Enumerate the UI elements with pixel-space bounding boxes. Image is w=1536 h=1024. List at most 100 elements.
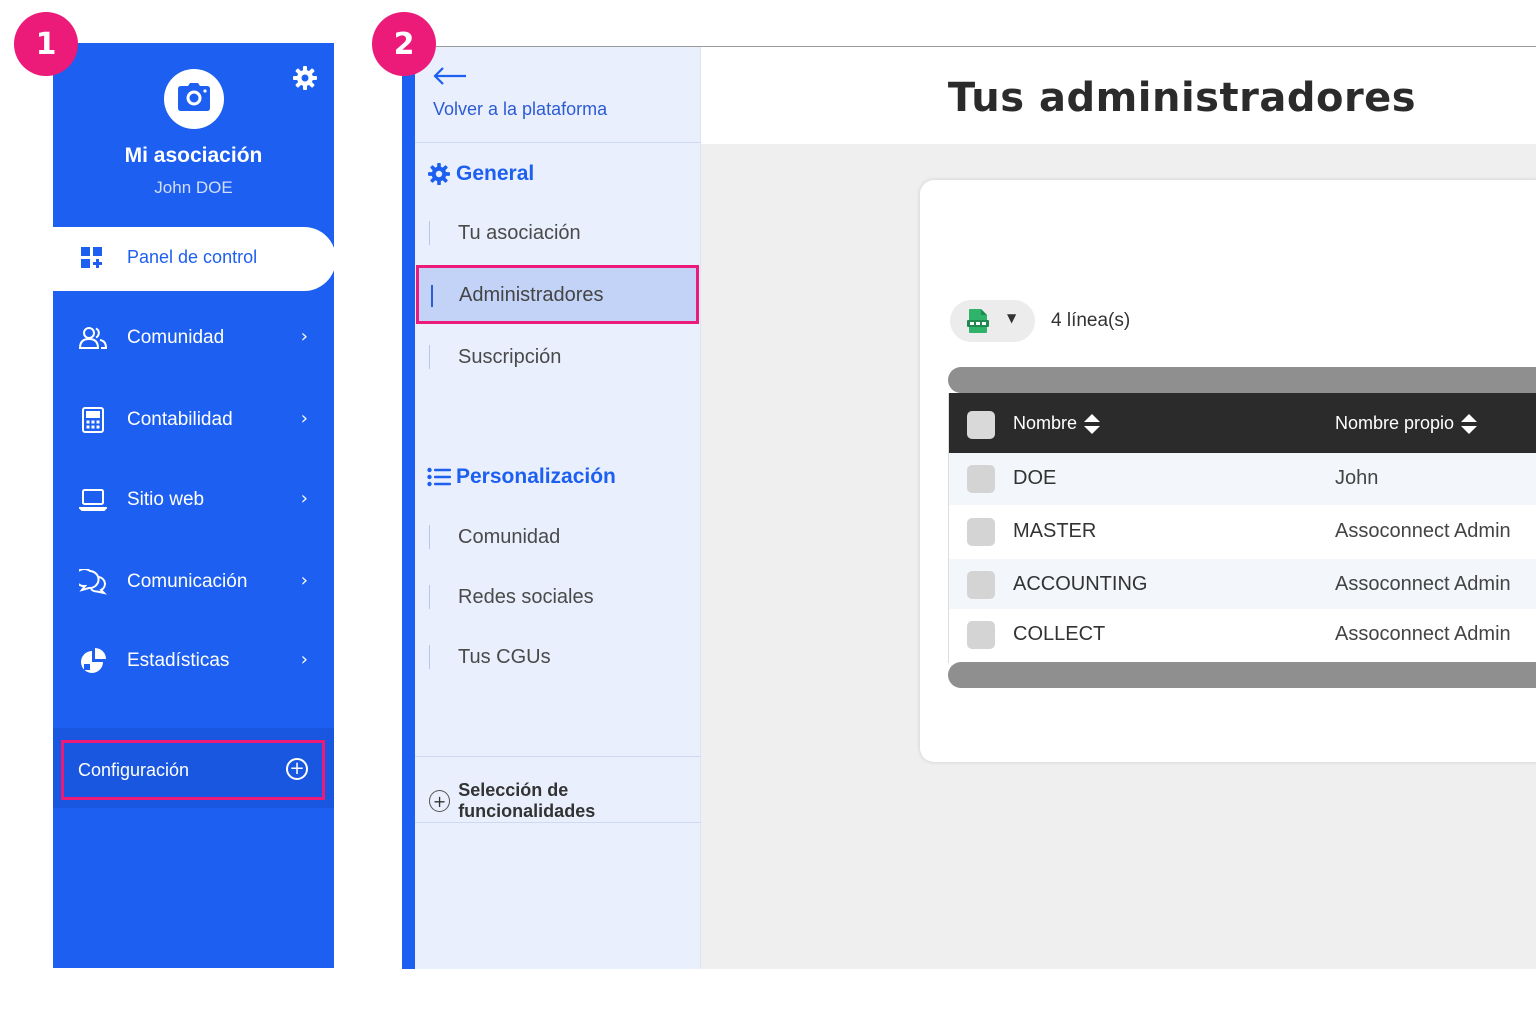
arrow-left-icon [433, 65, 467, 91]
association-name: Mi asociación [124, 144, 263, 167]
page-title: Tus administradores [947, 75, 1417, 121]
subnav-item-label: Tus CGUs [458, 646, 551, 668]
subnav-item-label: Suscripción [458, 346, 562, 368]
cell-name: ACCOUNTING [1013, 573, 1148, 595]
column-header-label: Nombre [1013, 413, 1078, 433]
subnav-item-label: Administradores [459, 284, 604, 306]
sidebar-item-website[interactable]: Sitio web › [53, 474, 334, 526]
table-row[interactable]: MASTER Assoconnect Admin [949, 506, 1536, 558]
horizontal-scrollbar-top[interactable] [948, 367, 1536, 393]
row-checkbox[interactable] [967, 621, 995, 649]
gear-icon [427, 162, 451, 186]
sidebar-item-statistics[interactable]: Estadísticas › [53, 635, 334, 687]
laptop-icon [79, 487, 107, 513]
section-personalization-title: Personalización [427, 465, 616, 489]
features-selection-button[interactable]: + Selección de funcionalidades [429, 780, 700, 822]
cell-name: DOE [1013, 467, 1057, 489]
list-icon [427, 465, 451, 489]
nav-indicator [429, 345, 430, 369]
divider [415, 822, 701, 823]
export-dropdown[interactable]: ▼ [950, 300, 1035, 342]
section-title-label: General [456, 162, 535, 185]
cell-first-name: John [1335, 467, 1379, 489]
csv-file-icon [967, 309, 989, 338]
chevron-right-icon: › [300, 649, 308, 670]
subnav-item-your-association[interactable]: Tu asociación [429, 213, 697, 253]
select-all-checkbox[interactable] [967, 411, 995, 439]
subnav-item-social-networks[interactable]: Redes sociales [429, 577, 697, 617]
sort-icon [1461, 414, 1478, 435]
settings-subnav: Volver a la plataforma General Tu asocia… [415, 47, 701, 969]
row-checkbox[interactable] [967, 465, 995, 493]
subnav-item-subscription[interactable]: Suscripción [429, 337, 697, 377]
section-general-title: General [427, 162, 534, 186]
nav-indicator [429, 585, 430, 609]
sidebar-item-label: Sitio web [127, 489, 205, 510]
chevron-right-icon: › [300, 408, 308, 429]
table-row[interactable]: COLLECT Assoconnect Admin [949, 609, 1536, 661]
subnav-item-community[interactable]: Comunidad [429, 517, 697, 557]
chevron-right-icon: › [300, 326, 308, 347]
column-header-first-name[interactable]: Nombre propio [1335, 413, 1478, 435]
gear-icon[interactable] [292, 65, 318, 91]
nav-indicator [429, 221, 430, 245]
sidebar-item-label: Estadísticas [127, 650, 230, 671]
caret-down-icon: ▼ [1007, 311, 1017, 325]
sidebar-item-label: Comunidad [127, 327, 225, 348]
table-row[interactable]: ACCOUNTING Assoconnect Admin [949, 559, 1536, 611]
features-selection-label: Selección de funcionalidades [458, 780, 596, 821]
sidebar-item-community[interactable]: Comunidad › [53, 312, 334, 364]
association-logo[interactable] [164, 69, 224, 129]
main-header: Tus administradores [701, 47, 1536, 144]
sidebar-item-communication[interactable]: Comunicación › [53, 556, 334, 608]
user-name: John DOE [154, 178, 233, 197]
sort-icon [1084, 414, 1101, 435]
chat-icon [79, 569, 107, 595]
users-icon [79, 325, 107, 351]
cell-name: MASTER [1013, 520, 1097, 542]
plus-circle-icon: + [429, 790, 451, 812]
administrators-card: ▼ 4 línea(s) Nombre Nombre propio DOE Jo… [920, 180, 1536, 762]
column-header-name[interactable]: Nombre [1013, 413, 1101, 435]
main-sidebar: Mi asociación John DOE Panel de control … [53, 43, 336, 968]
calculator-icon [79, 407, 107, 433]
nav-indicator [429, 525, 430, 549]
dashboard-icon [81, 247, 103, 274]
plus-circle-icon: + [286, 758, 308, 780]
back-link[interactable]: Volver a la plataforma [433, 65, 607, 119]
section-title-label: Personalización [456, 465, 616, 488]
sidebar-item-label: Configuración [78, 760, 190, 780]
collapsed-sidebar-strip [402, 47, 415, 969]
column-header-label: Nombre propio [1335, 413, 1455, 433]
cell-first-name: Assoconnect Admin [1335, 573, 1511, 595]
sidebar-item-label: Contabilidad [127, 409, 233, 430]
subnav-item-label: Redes sociales [458, 586, 594, 608]
camera-icon [177, 82, 211, 116]
sidebar-item-dashboard[interactable]: Panel de control [53, 227, 336, 291]
divider [415, 142, 701, 143]
row-checkbox[interactable] [967, 571, 995, 599]
cell-first-name: Assoconnect Admin [1335, 520, 1511, 542]
subnav-item-administrators[interactable]: Administradores [416, 265, 699, 324]
nav-indicator [429, 645, 430, 669]
horizontal-scrollbar-bottom[interactable] [948, 662, 1536, 688]
administrators-table: Nombre Nombre propio DOE John MASTER Ass… [948, 393, 1536, 663]
sidebar-item-configuration[interactable]: Configuración + [61, 740, 325, 800]
sidebar-item-label: Panel de control [127, 247, 258, 267]
pie-chart-icon [79, 648, 107, 674]
table-row[interactable]: DOE John [949, 453, 1536, 505]
row-checkbox[interactable] [967, 518, 995, 546]
subnav-item-label: Comunidad [458, 526, 561, 548]
sidebar-item-label: Comunicación [127, 571, 248, 592]
subnav-item-terms[interactable]: Tus CGUs [429, 637, 697, 677]
step-badge-1: 1 [14, 12, 78, 76]
table-header: Nombre Nombre propio [949, 393, 1536, 453]
sidebar-item-accounting[interactable]: Contabilidad › [53, 394, 334, 446]
cell-name: COLLECT [1013, 623, 1106, 645]
step-badge-2: 2 [372, 12, 436, 76]
back-link-label: Volver a la plataforma [433, 99, 608, 119]
divider [415, 756, 701, 757]
cell-first-name: Assoconnect Admin [1335, 623, 1511, 645]
row-count: 4 línea(s) [1051, 310, 1131, 331]
chevron-right-icon: › [300, 488, 308, 509]
